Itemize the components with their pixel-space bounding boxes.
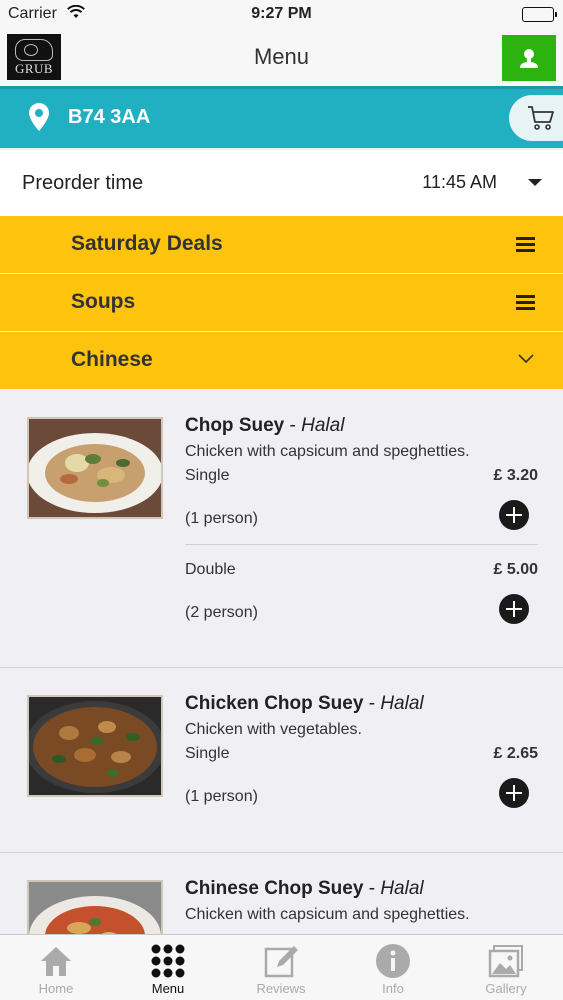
add-to-cart-button[interactable] [499,778,529,808]
profile-button[interactable] [502,35,556,81]
category-chinese[interactable]: Chinese [0,332,563,389]
tab-reviews[interactable]: Reviews [225,935,337,1000]
dish-description: Chicken with capsicum and speghetties. [185,906,470,923]
dish-title: Chinese Chop Suey - Halal [185,878,424,899]
location-bar[interactable]: B74 3AA [0,86,563,148]
category-soups[interactable]: Soups [0,274,563,331]
dish-name: Chicken Chop Suey [185,693,364,714]
variant-serving: (1 person) [185,788,258,805]
tab-bar: Home Menu Reviews Info Gallery [0,934,563,1000]
cart-icon [528,106,554,130]
variant-row: Single £ 2.65 (1 person) [185,745,538,815]
page-title: Menu [253,44,310,69]
nav-bar: GRUB Menu [0,30,563,86]
info-icon [376,944,410,978]
variant-serving: (1 person) [185,510,258,527]
caret-down-icon[interactable] [528,179,542,186]
home-icon [41,947,71,976]
variant-price: £ 3.20 [493,467,538,484]
variant-name: Double [185,561,236,578]
chevron-down-icon [518,351,534,369]
dish-description: Chicken with vegetables. [185,721,362,738]
tab-label: Reviews [256,981,306,996]
menu-item-chicken-chop-suey: Chicken Chop Suey - Halal Chicken with v… [0,668,563,853]
variant-row: Double £ 5.00 (2 person) [185,561,538,631]
category-label: Chinese [71,348,153,371]
hamburger-icon [516,237,535,252]
preorder-time-row[interactable]: Preorder time 11:45 AM [0,150,563,216]
dish-photo-chop-suey [27,417,163,519]
variant-name: Single [185,467,230,484]
grid-dots-icon [151,944,185,978]
postcode-label: B74 3AA [68,106,151,128]
variant-price: £ 2.65 [493,745,538,762]
category-saturday-deals[interactable]: Saturday Deals [0,216,563,273]
dish-description: Chicken with capsicum and speghetties. [185,443,470,460]
gallery-icon [488,945,523,978]
menu-item-chop-suey: Chop Suey - Halal Chicken with capsicum … [0,390,563,668]
tab-home[interactable]: Home [0,935,112,1000]
preorder-time-select[interactable]: 11:45 AM [422,172,497,193]
category-label: Soups [71,290,136,313]
clock: 9:27 PM [251,5,312,22]
edit-icon [264,946,298,978]
menu-list: Chop Suey - Halal Chicken with capsicum … [0,390,563,993]
tab-label: Menu [151,981,185,996]
tab-gallery[interactable]: Gallery [450,935,562,1000]
dish-tag: Halal [301,415,345,436]
add-to-cart-button[interactable] [499,594,529,624]
cart-button[interactable] [509,95,563,141]
variant-serving: (2 person) [185,604,258,621]
dish-title: Chicken Chop Suey - Halal [185,693,424,714]
dish-tag: Halal [380,693,424,714]
dish-name: Chop Suey [185,415,285,436]
tab-label: Gallery [485,981,527,996]
variant-row: Single £ 3.20 (1 person) [185,467,538,537]
tab-label: Home [38,981,74,996]
variant-divider [185,544,538,545]
user-icon [520,49,538,68]
dish-tag: Halal [380,878,424,899]
dish-title: Chop Suey - Halal [185,415,345,436]
tab-menu[interactable]: Menu [112,935,224,1000]
category-label: Saturday Deals [71,232,223,255]
tab-info[interactable]: Info [337,935,449,1000]
status-bar: Carrier 9:27 PM [0,0,563,30]
preorder-label: Preorder time [22,172,144,194]
variant-name: Single [185,745,230,762]
hamburger-icon [516,295,535,310]
battery-icon [522,7,557,22]
dish-photo-chicken-chop-suey [27,695,163,797]
tab-label: Info [382,981,404,996]
location-pin-icon [29,103,49,136]
dish-name: Chinese Chop Suey [185,878,364,899]
add-to-cart-button[interactable] [499,500,529,530]
variant-price: £ 5.00 [493,561,538,578]
